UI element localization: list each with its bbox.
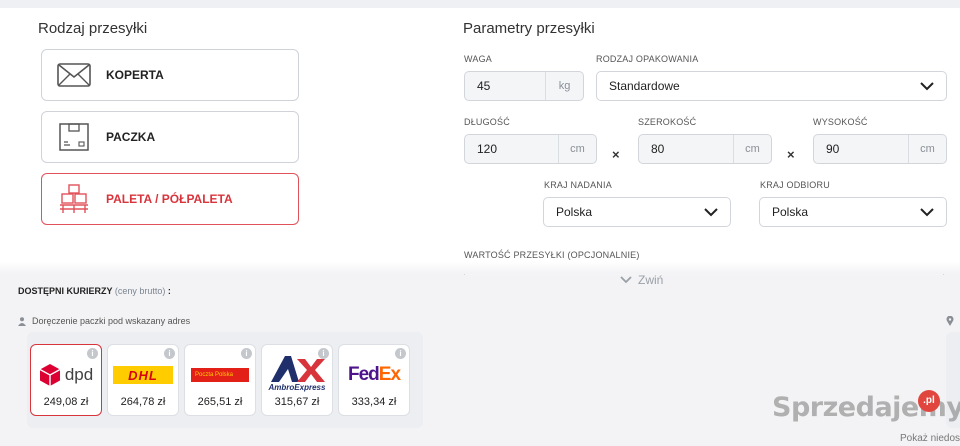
type-parcel-option[interactable]: PACZKA bbox=[41, 111, 299, 163]
packaging-value: Standardowe bbox=[609, 79, 680, 93]
ambro-express-wordmark: AmbroExpress bbox=[268, 382, 326, 392]
type-envelope-label: KOPERTA bbox=[106, 68, 164, 82]
couriers-subtitle: (ceny brutto) bbox=[114, 286, 166, 296]
location-pin-icon bbox=[946, 316, 954, 326]
show-unavailable-link[interactable]: Pokaż niedost bbox=[900, 433, 960, 444]
envelope-icon bbox=[42, 63, 106, 87]
courier-price: 249,08 zł bbox=[43, 396, 89, 408]
height-input[interactable]: 90 cm bbox=[813, 134, 947, 164]
weight-input[interactable]: 45 kg bbox=[464, 71, 584, 101]
destination-country-value: Polska bbox=[772, 205, 809, 219]
weight-value: 45 bbox=[477, 79, 491, 93]
shipment-form-panel: Rodzaj przesyłki KOPERTA PACZKA PALETA /… bbox=[0, 0, 960, 275]
courier-price: 315,67 zł bbox=[274, 396, 320, 408]
dpd-wordmark: dpd bbox=[64, 365, 94, 384]
collapse-button[interactable]: Zwiń bbox=[620, 273, 663, 287]
chevron-down-icon bbox=[704, 207, 718, 216]
chevron-down-icon bbox=[920, 81, 934, 90]
courier-price: 333,34 zł bbox=[351, 396, 397, 408]
info-icon[interactable]: i bbox=[87, 348, 98, 359]
height-label: WYSOKOŚĆ bbox=[813, 117, 868, 127]
collapse-fade bbox=[0, 262, 960, 274]
times-sign: × bbox=[787, 147, 795, 162]
collapse-label: Zwiń bbox=[638, 273, 664, 287]
courier-list: i dpd 249,08 zł i DHL 264,78 zł i Poczta… bbox=[27, 332, 423, 428]
courier-card-fedex[interactable]: i Fed Ex 333,34 zł bbox=[338, 344, 410, 416]
poczta-polska-wordmark: Poczta Polska bbox=[195, 372, 234, 378]
dhl-logo: DHL bbox=[108, 359, 178, 391]
info-icon[interactable]: i bbox=[164, 348, 175, 359]
box-icon bbox=[42, 123, 106, 151]
type-pallet-option[interactable]: PALETA / PÓŁPALETA bbox=[41, 173, 299, 225]
info-icon[interactable]: i bbox=[241, 348, 252, 359]
packaging-select[interactable]: Standardowe bbox=[596, 71, 947, 101]
poczta-polska-logo: Poczta Polska bbox=[185, 359, 255, 391]
watermark-badge: .pl bbox=[918, 390, 940, 412]
length-value: 120 bbox=[477, 142, 498, 156]
courier-card-dhl[interactable]: i DHL 264,78 zł bbox=[107, 344, 179, 416]
couriers-title: DOSTĘPNI KURIERZY (ceny brutto) : bbox=[18, 286, 171, 296]
courier-card-dpd[interactable]: i dpd 249,08 zł bbox=[30, 344, 102, 416]
courier-card-poczta-polska[interactable]: i Poczta Polska 265,51 zł bbox=[184, 344, 256, 416]
person-icon bbox=[18, 316, 26, 326]
delivery-label: Doręczenie paczki pod wskazany adres bbox=[32, 316, 191, 326]
origin-country-label: KRAJ NADANIA bbox=[544, 180, 612, 190]
height-value: 90 bbox=[826, 142, 840, 156]
courier-card-ambro-express[interactable]: i AmbroExpress 315,67 zł bbox=[261, 344, 333, 416]
couriers-colon: : bbox=[167, 286, 171, 296]
times-sign: × bbox=[612, 147, 620, 162]
pallet-icon bbox=[42, 183, 106, 215]
packaging-label: RODZAJ OPAKOWANIA bbox=[596, 54, 699, 64]
destination-country-select[interactable]: Polska bbox=[759, 197, 947, 227]
courier-price: 265,51 zł bbox=[197, 396, 243, 408]
width-unit: cm bbox=[733, 135, 771, 163]
destination-country-label: KRAJ ODBIORU bbox=[760, 180, 830, 190]
dpd-logo: dpd bbox=[31, 359, 101, 391]
couriers-title-text: DOSTĘPNI KURIERZY bbox=[18, 286, 113, 296]
courier-price: 264,78 zł bbox=[120, 396, 166, 408]
dhl-wordmark: DHL bbox=[128, 367, 158, 383]
length-unit: cm bbox=[558, 135, 596, 163]
width-label: SZEROKOŚĆ bbox=[638, 117, 697, 127]
ambro-express-logo: AmbroExpress bbox=[262, 351, 332, 395]
chevron-down-icon bbox=[620, 276, 632, 284]
height-unit: cm bbox=[908, 135, 946, 163]
type-envelope-option[interactable]: KOPERTA bbox=[41, 49, 299, 101]
info-icon[interactable]: i bbox=[395, 348, 406, 359]
origin-country-value: Polska bbox=[556, 205, 593, 219]
type-parcel-label: PACZKA bbox=[106, 130, 156, 144]
params-title: Parametry przesyłki bbox=[463, 20, 595, 37]
chevron-down-icon bbox=[920, 207, 934, 216]
fedex-logo: Fed Ex bbox=[347, 364, 401, 385]
width-input[interactable]: 80 cm bbox=[638, 134, 772, 164]
delivery-option-header: Doręczenie paczki pod wskazany adres bbox=[18, 316, 190, 326]
origin-country-select[interactable]: Polska bbox=[543, 197, 731, 227]
weight-unit: kg bbox=[545, 72, 583, 100]
shipment-type-title: Rodzaj przesyłki bbox=[38, 20, 148, 37]
type-pallet-label: PALETA / PÓŁPALETA bbox=[106, 192, 233, 206]
declared-value-label: WARTOŚĆ PRZESYŁKI (OPCJONALNIE) bbox=[464, 250, 640, 260]
length-label: DŁUGOŚĆ bbox=[464, 117, 510, 127]
width-value: 80 bbox=[651, 142, 665, 156]
weight-label: WAGA bbox=[464, 54, 492, 64]
length-input[interactable]: 120 cm bbox=[464, 134, 597, 164]
